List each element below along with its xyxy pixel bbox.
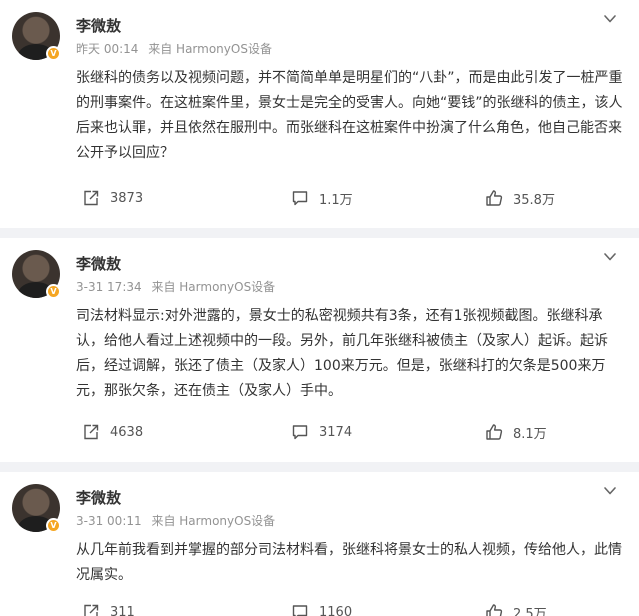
comment-icon: [292, 605, 308, 616]
post-source: 来自 HarmonyOS设备: [148, 42, 272, 56]
comment-count: 1.1万: [319, 192, 353, 208]
verified-badge-icon: V: [46, 518, 61, 533]
post-time[interactable]: 3-31 17:34: [76, 280, 142, 294]
post-source: 来自 HarmonyOS设备: [151, 514, 276, 528]
post-card: V 李微敖 昨天 00:14 来自 HarmonyOS设备 张继科的债务以及视频…: [0, 0, 639, 228]
repost-button[interactable]: 4638: [82, 422, 143, 442]
repost-count: 311: [110, 604, 135, 616]
post-text: 从几年前我看到并掌握的部分司法材料看，张继科将景女士的私人视频，传给他人，此情况…: [76, 542, 622, 583]
post-text: 司法材料显示:对外泄露的，景女士的私密视频共有3条，还有1张视频截图。张继科承认…: [76, 308, 608, 399]
post-actions: 4638 3174 8.1万: [0, 400, 639, 462]
thumbs-up-icon: [486, 190, 503, 206]
repost-count: 3873: [110, 190, 144, 206]
post-meta: 3-31 00:11 来自 HarmonyOS设备: [76, 512, 281, 529]
post-card: V 李微敖 3-31 17:34 来自 HarmonyOS设备 司法材料显示:对…: [0, 238, 639, 462]
author-name[interactable]: 李微敖: [76, 487, 121, 508]
chevron-down-icon[interactable]: [603, 12, 617, 26]
comment-count: 3174: [319, 424, 353, 440]
author-name[interactable]: 李微敖: [76, 253, 121, 274]
repost-icon: [84, 190, 99, 206]
post-actions: 3873 1.1万 35.8万: [0, 166, 639, 228]
repost-button[interactable]: 311: [82, 602, 135, 616]
thumbs-up-icon: [486, 424, 503, 440]
post-time[interactable]: 3-31 00:11: [76, 514, 142, 528]
post-card: V 李微敖 3-31 00:11 来自 HarmonyOS设备 从几年前我看到并…: [0, 472, 639, 616]
weibo-feed: V 李微敖 昨天 00:14 来自 HarmonyOS设备 张继科的债务以及视频…: [0, 0, 639, 616]
comment-icon: [292, 425, 308, 440]
post-header: V 李微敖 3-31 00:11 来自 HarmonyOS设备: [0, 472, 639, 534]
like-button[interactable]: 2.5万: [485, 602, 547, 616]
comment-button[interactable]: 3174: [291, 422, 352, 442]
post-header: V 李微敖 3-31 17:34 来自 HarmonyOS设备: [0, 238, 639, 300]
like-button[interactable]: 8.1万: [485, 422, 547, 442]
comment-count: 1160: [319, 604, 353, 616]
post-header: V 李微敖 昨天 00:14 来自 HarmonyOS设备: [0, 0, 639, 62]
author-name[interactable]: 李微敖: [76, 15, 121, 36]
post-meta: 3-31 17:34 来自 HarmonyOS设备: [76, 278, 281, 295]
comment-icon: [292, 191, 308, 206]
repost-icon: [84, 604, 99, 616]
post-source: 来自 HarmonyOS设备: [151, 280, 276, 294]
like-button[interactable]: 35.8万: [485, 188, 555, 208]
comment-button[interactable]: 1160: [291, 602, 352, 616]
repost-count: 4638: [110, 424, 144, 440]
verified-badge-icon: V: [46, 284, 61, 299]
post-meta: 昨天 00:14 来自 HarmonyOS设备: [76, 40, 278, 57]
repost-icon: [84, 424, 99, 440]
repost-button[interactable]: 3873: [82, 188, 143, 208]
like-count: 35.8万: [513, 192, 555, 208]
chevron-down-icon[interactable]: [603, 484, 617, 498]
like-count: 8.1万: [513, 426, 547, 442]
post-time[interactable]: 昨天 00:14: [76, 42, 138, 56]
post-actions: 311 1160 2.5万: [0, 588, 639, 616]
verified-badge-icon: V: [46, 46, 61, 61]
post-text: 张继科的债务以及视频问题，并不简简单单是明星们的“八卦”，而是由此引发了一桩严重…: [76, 70, 623, 161]
chevron-down-icon[interactable]: [603, 250, 617, 264]
comment-button[interactable]: 1.1万: [291, 188, 353, 208]
thumbs-up-icon: [486, 604, 503, 616]
like-count: 2.5万: [513, 606, 547, 616]
